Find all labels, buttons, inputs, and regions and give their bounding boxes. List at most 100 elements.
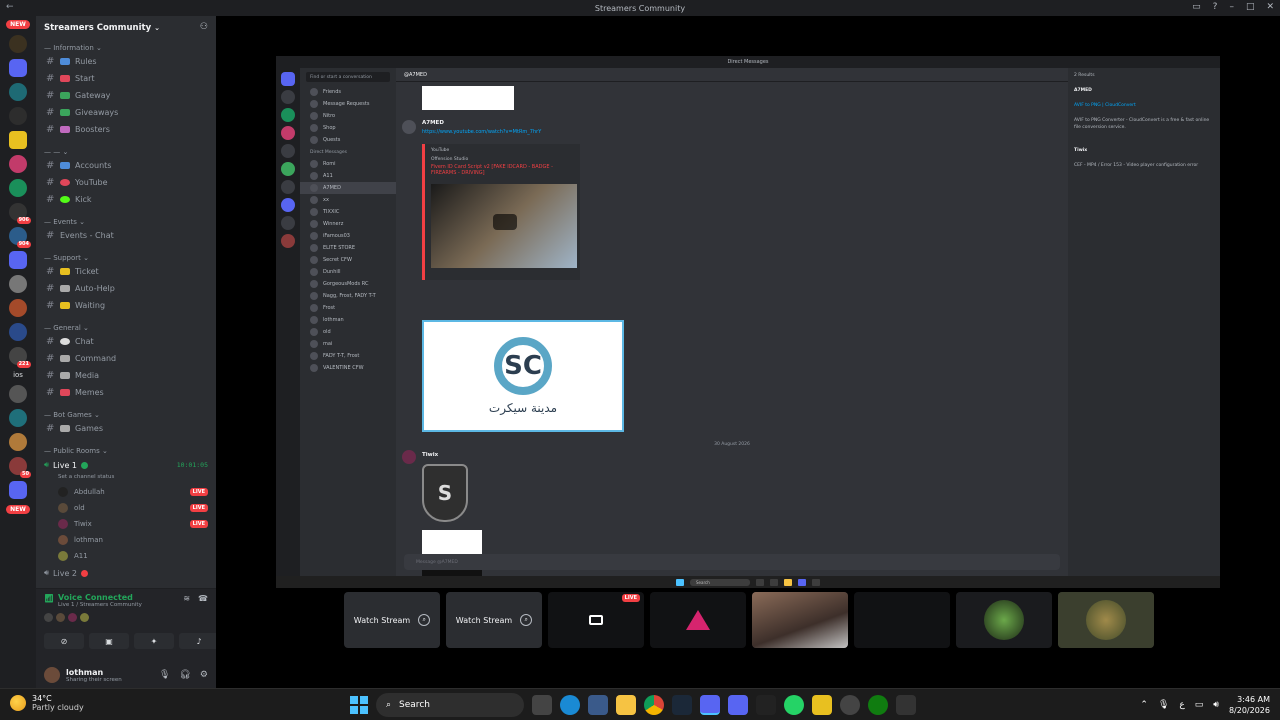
category-information[interactable]: — Information ⌄ xyxy=(36,40,216,53)
channel-auto-help[interactable]: # Auto-Help xyxy=(36,280,216,297)
chevron-up-icon[interactable]: ⌃ xyxy=(1140,700,1148,710)
steam-icon[interactable] xyxy=(672,695,692,715)
server-icon[interactable] xyxy=(9,59,27,77)
server-icon[interactable] xyxy=(9,251,27,269)
channel-ticket[interactable]: # Ticket xyxy=(36,263,216,280)
voice-user[interactable]: lothman xyxy=(36,532,216,548)
category-events[interactable]: — Events ⌄ xyxy=(36,214,216,227)
server-icon[interactable] xyxy=(9,323,27,341)
server-text-ios[interactable]: ios xyxy=(13,371,23,379)
whatsapp-icon[interactable] xyxy=(784,695,804,715)
zoom-icon[interactable]: ⌕ xyxy=(418,614,431,626)
store-icon[interactable] xyxy=(588,695,608,715)
server-icon[interactable] xyxy=(9,481,27,499)
minimize-button[interactable]: – xyxy=(1229,2,1234,12)
voice-channel-live-2[interactable]: 🔊︎ Live 2 xyxy=(36,564,216,582)
category-support[interactable]: — Support ⌄ xyxy=(36,250,216,263)
app-icon[interactable] xyxy=(812,695,832,715)
category-general[interactable]: — General ⌄ xyxy=(36,320,216,333)
shared-screen[interactable]: Direct Messages Find or start a conversa… xyxy=(276,56,1220,588)
server-icon[interactable] xyxy=(9,179,27,197)
microphone-icon[interactable]: 🎙︎ xyxy=(1158,700,1169,710)
server-icon[interactable] xyxy=(9,83,27,101)
category-public-rooms[interactable]: — Public Rooms ⌄ xyxy=(36,443,216,456)
file-explorer-icon[interactable] xyxy=(616,695,636,715)
settings-gear-icon[interactable]: ⚙ xyxy=(200,670,208,680)
server-icon[interactable] xyxy=(9,409,27,427)
participant-tile-empty[interactable] xyxy=(854,592,950,648)
microphone-icon[interactable]: 🎙︎ xyxy=(159,670,170,680)
discord-icon[interactable] xyxy=(728,695,748,715)
task-view-icon[interactable] xyxy=(532,695,552,715)
taskbar-search[interactable]: ⌕ Search xyxy=(376,693,524,717)
server-header[interactable]: Streamers Community ⌄ ⚇ xyxy=(36,16,216,40)
discord-icon[interactable] xyxy=(700,695,720,715)
channel-media[interactable]: # Media xyxy=(36,367,216,384)
server-icon[interactable] xyxy=(9,107,27,125)
voice-channel-live-1[interactable]: 🔊︎ Live 1 10:01:05 xyxy=(36,456,216,474)
headphones-icon[interactable]: 🎧︎ xyxy=(179,670,190,680)
channel-kick[interactable]: # Kick xyxy=(36,191,216,208)
server-icon[interactable]: 906 xyxy=(9,203,31,224)
channel-memes[interactable]: # Memes xyxy=(36,384,216,401)
server-icon[interactable] xyxy=(9,155,27,173)
chrome-icon[interactable] xyxy=(644,695,664,715)
xbox-icon[interactable] xyxy=(868,695,888,715)
channel-youtube[interactable]: # YouTube xyxy=(36,174,216,191)
channel-accounts[interactable]: # Accounts xyxy=(36,157,216,174)
maximize-button[interactable]: □ xyxy=(1246,2,1255,12)
activities-button[interactable]: ✦ xyxy=(134,633,174,649)
watch-stream-tile[interactable]: Watch Stream ⌕ xyxy=(344,592,440,648)
server-icon[interactable]: 221 xyxy=(9,347,31,368)
server-icon[interactable] xyxy=(9,299,27,317)
voice-user[interactable]: A11 xyxy=(36,548,216,564)
app-icon[interactable] xyxy=(840,695,860,715)
disconnect-icon[interactable]: ☎ xyxy=(198,594,208,603)
edge-icon[interactable] xyxy=(560,695,580,715)
server-icon[interactable]: 904 xyxy=(9,227,31,248)
server-icon[interactable] xyxy=(9,433,27,451)
invite-people-icon[interactable]: ⚇ xyxy=(200,22,208,32)
server-icon[interactable] xyxy=(9,35,27,53)
channel-status-input[interactable]: Set a channel status xyxy=(36,474,216,484)
zoom-icon[interactable]: ⌕ xyxy=(520,614,533,626)
category-bot-games[interactable]: — Bot Games ⌄ xyxy=(36,407,216,420)
app-icon[interactable] xyxy=(896,695,916,715)
participant-tile-tiwix[interactable] xyxy=(650,592,746,648)
volume-icon[interactable]: 🔊︎ xyxy=(1213,700,1219,710)
server-icon[interactable] xyxy=(9,275,27,293)
weather-widget[interactable]: 34°C Partly cloudy xyxy=(10,694,84,712)
app-icon[interactable] xyxy=(756,695,776,715)
channel-giveaways[interactable]: # Giveaways xyxy=(36,104,216,121)
close-button[interactable]: ✕ xyxy=(1266,2,1274,12)
language-indicator[interactable]: ع xyxy=(1179,700,1184,710)
channel-start[interactable]: # Start xyxy=(36,70,216,87)
start-button[interactable] xyxy=(350,696,368,714)
avatar[interactable] xyxy=(44,667,60,683)
channel-boosters[interactable]: # Boosters xyxy=(36,121,216,138)
channel-gateway[interactable]: # Gateway xyxy=(36,87,216,104)
participant-tile-avatar[interactable] xyxy=(1058,592,1154,648)
server-icon[interactable]: 50 xyxy=(9,457,31,478)
channel-rules[interactable]: # Rules xyxy=(36,53,216,70)
user-info[interactable]: lothman Sharing their screen xyxy=(66,668,122,683)
voice-user[interactable]: Abdullah LIVE xyxy=(36,484,216,500)
channel-games[interactable]: # Games xyxy=(36,420,216,437)
screen-share-button[interactable]: ▣ xyxy=(89,633,129,649)
channel-events-chat[interactable]: # Events - Chat xyxy=(36,227,216,244)
help-icon[interactable]: ? xyxy=(1213,2,1218,12)
soundboard-button[interactable]: ♪ xyxy=(179,633,219,649)
participant-tile-video[interactable] xyxy=(752,592,848,648)
voice-user[interactable]: old LIVE xyxy=(36,500,216,516)
noise-suppression-icon[interactable]: ≋ xyxy=(183,594,190,603)
category-blank[interactable]: — — ⌄ xyxy=(36,144,216,157)
server-icon[interactable] xyxy=(9,385,27,403)
channel-waiting[interactable]: # Waiting xyxy=(36,297,216,314)
display-icon[interactable]: ▭ xyxy=(1195,700,1204,710)
camera-off-button[interactable]: ⊘ xyxy=(44,633,84,649)
inbox-icon[interactable]: ▭ xyxy=(1192,2,1201,12)
back-arrow-icon[interactable]: ← xyxy=(6,2,14,12)
own-stream-tile[interactable]: LIVE xyxy=(548,592,644,648)
participant-tile-avatar[interactable] xyxy=(956,592,1052,648)
channel-command[interactable]: # Command xyxy=(36,350,216,367)
